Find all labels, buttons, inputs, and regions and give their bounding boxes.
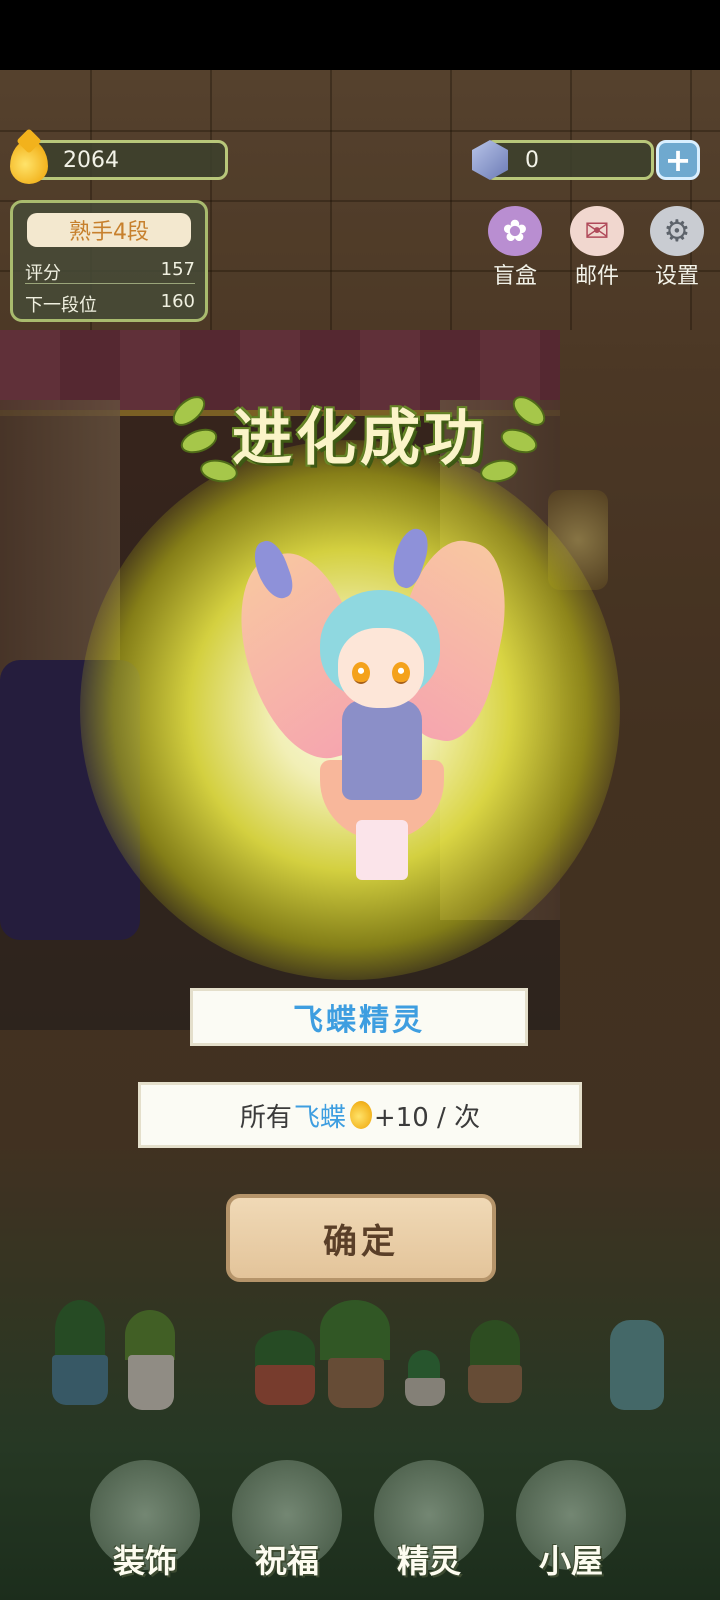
mail-label: 邮件 <box>574 264 619 289</box>
mail-icon: ✉ <box>570 206 624 256</box>
nav-decorate-label: 装饰 <box>112 1542 177 1580</box>
creature-name: 飞蝶精灵 <box>293 1003 425 1038</box>
evolution-title: 进化成功 <box>232 404 488 474</box>
gems-value: 0 <box>525 147 539 173</box>
drop-icon <box>349 1101 372 1129</box>
nav-blessing-label: 祝福 <box>254 1542 319 1580</box>
bonus-description: 所有 飞蝶 +10 / 次 <box>138 1082 582 1148</box>
nav-fairy[interactable]: 精灵 <box>374 1460 484 1590</box>
next-rank-row: 下一段位 160 <box>25 291 195 317</box>
blind-box-label: 盲盒 <box>492 264 537 289</box>
drop-icon <box>10 140 48 184</box>
desc-suffix: +10 / 次 <box>373 1102 481 1133</box>
next-rank-label: 下一段位 <box>25 295 97 316</box>
nav-blessing[interactable]: 祝福 <box>232 1460 342 1590</box>
blind-box-button[interactable]: ✿ 盲盒 <box>480 206 550 290</box>
desc-highlight: 飞蝶 <box>293 1102 346 1133</box>
nav-decorate[interactable]: 装饰 <box>90 1460 200 1590</box>
gear-icon: ⚙ <box>650 206 704 256</box>
nav-cottage-label: 小屋 <box>538 1542 603 1580</box>
score-value: 157 <box>160 259 195 280</box>
gems-counter: 0 <box>484 140 654 180</box>
confirm-label: 确定 <box>323 1221 399 1262</box>
rank-card[interactable]: 熟手4段 评分 157 下一段位 160 <box>10 200 208 322</box>
drops-counter: 2064 <box>20 140 228 180</box>
score-row: 评分 157 <box>25 259 195 285</box>
creature-name-panel: 飞蝶精灵 <box>190 988 528 1046</box>
drops-value: 2064 <box>63 147 119 173</box>
score-label: 评分 <box>25 263 61 284</box>
add-gems-button[interactable]: + <box>656 140 700 180</box>
desc-prefix: 所有 <box>239 1102 292 1133</box>
rank-divider <box>25 283 195 284</box>
rank-title: 熟手4段 <box>27 213 191 247</box>
settings-button[interactable]: ⚙ 设置 <box>642 206 712 290</box>
confirm-button[interactable]: 确定 <box>226 1194 496 1282</box>
blind-box-icon: ✿ <box>488 206 542 256</box>
plus-icon: + <box>664 141 692 179</box>
nav-fairy-label: 精灵 <box>396 1542 461 1580</box>
evolution-title-banner: 进化成功 <box>167 370 551 486</box>
nav-cottage[interactable]: 小屋 <box>516 1460 626 1590</box>
mail-button[interactable]: ✉ 邮件 <box>562 206 632 290</box>
settings-label: 设置 <box>654 264 699 289</box>
next-rank-value: 160 <box>160 291 195 312</box>
